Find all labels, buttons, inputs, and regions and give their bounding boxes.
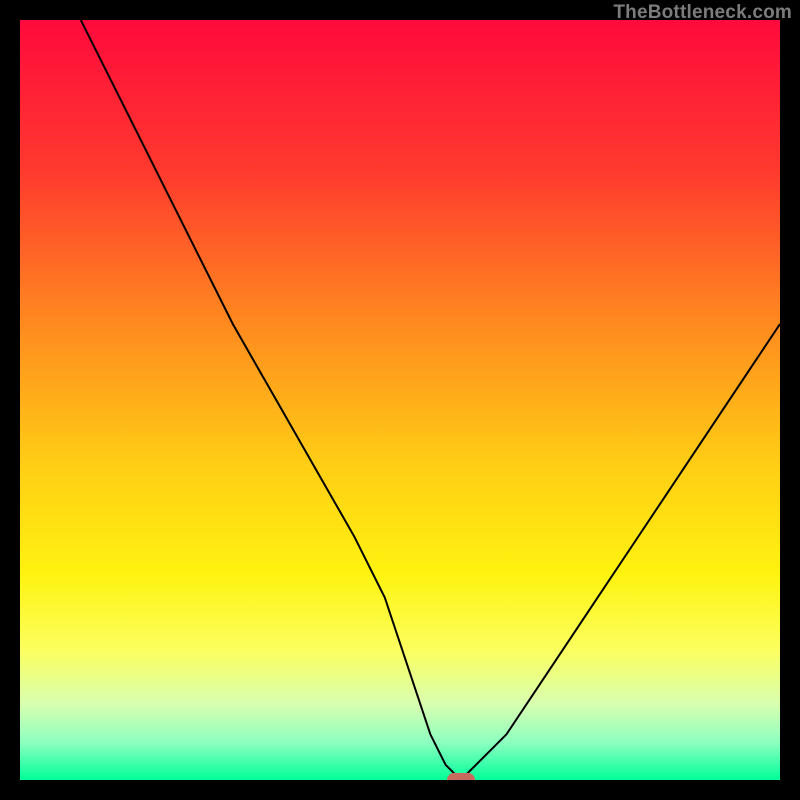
plot-area — [20, 20, 780, 780]
chart-frame: TheBottleneck.com — [0, 0, 800, 800]
bottleneck-curve — [20, 20, 780, 780]
optimal-point-marker — [447, 773, 475, 780]
